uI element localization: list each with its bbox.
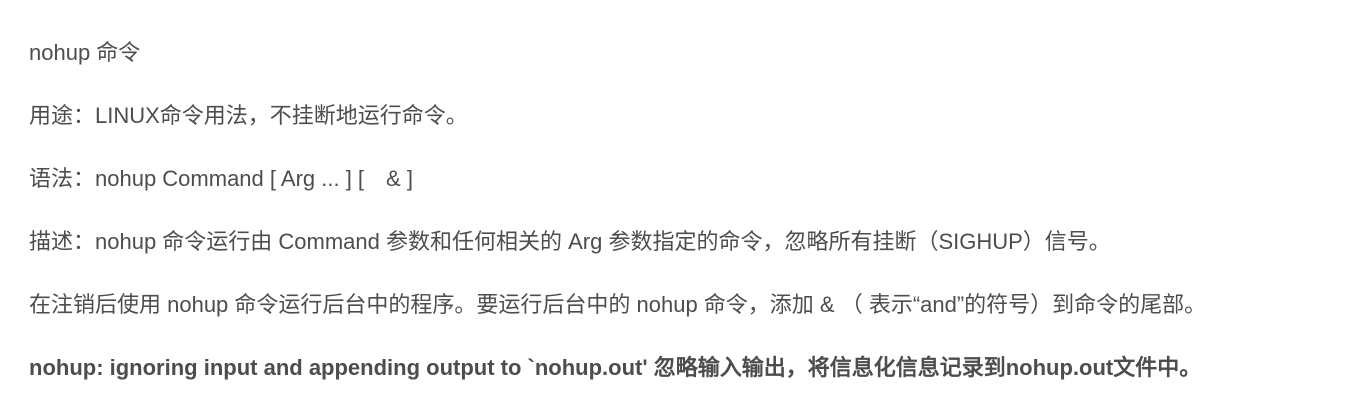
paragraph-title: nohup 命令 <box>29 40 141 65</box>
paragraph-background-usage: 在注销后使用 nohup 命令运行后台中的程序。要运行后台中的 nohup 命令… <box>29 292 1207 317</box>
paragraph-syntax: 语法：nohup Command [ Arg ... ] [ & ] <box>29 166 413 191</box>
paragraph-usage: 用途：LINUX命令用法，不挂断地运行命令。 <box>29 103 468 128</box>
paragraph-output-note: nohup: ignoring input and appending outp… <box>29 355 1202 380</box>
paragraph-description: 描述：nohup 命令运行由 Command 参数和任何相关的 Arg 参数指定… <box>29 229 1111 254</box>
